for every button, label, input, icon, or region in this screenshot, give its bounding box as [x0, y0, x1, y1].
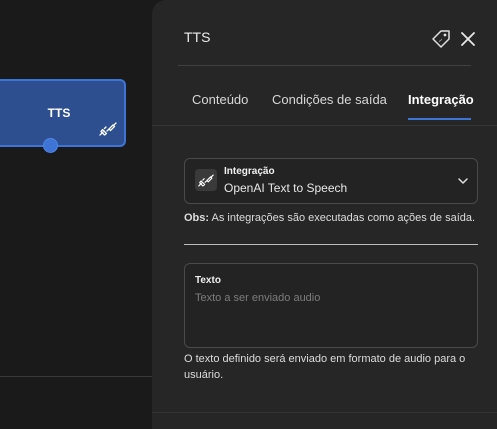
- tabs-divider: [152, 125, 497, 126]
- tab-bar: Conteúdo Condições de saída Integração: [152, 86, 497, 126]
- canvas-divider: [0, 376, 160, 377]
- flow-canvas[interactable]: TTS: [0, 0, 160, 429]
- tab-conteudo[interactable]: Conteúdo: [192, 92, 248, 107]
- plug-icon: [99, 122, 117, 136]
- text-input-placeholder: Texto a ser enviado audio: [195, 292, 321, 304]
- tts-node[interactable]: TTS: [0, 79, 126, 153]
- obs-note: Obs: As integrações são executadas como …: [184, 212, 475, 224]
- plug-icon: [198, 174, 214, 187]
- integration-label: Integração: [224, 166, 275, 177]
- helper-text: O texto definido será enviado em formato…: [184, 353, 466, 381]
- text-input-label: Texto: [195, 275, 221, 286]
- text-input[interactable]: Texto Texto a ser enviado audio: [184, 263, 478, 348]
- node-title: TTS: [47, 106, 71, 120]
- node-settings-panel: TTS ~ Conteúdo Condições de saída Integr…: [152, 0, 497, 429]
- integration-value: OpenAI Text to Speech: [224, 181, 348, 195]
- tag-icon[interactable]: ~: [430, 28, 452, 50]
- tab-integracao[interactable]: Integração: [408, 92, 474, 107]
- section-divider: [184, 244, 478, 245]
- close-icon[interactable]: [458, 29, 478, 49]
- integration-select[interactable]: Integração OpenAI Text to Speech: [184, 158, 478, 204]
- integration-icon-box: [195, 169, 217, 191]
- bottom-divider: [152, 412, 497, 413]
- obs-text: As integrações são executadas como ações…: [209, 212, 476, 224]
- tab-condicoes-de-saida[interactable]: Condições de saída: [272, 92, 387, 107]
- panel-title: TTS: [184, 29, 211, 45]
- header-divider: [178, 65, 471, 66]
- node-output-handle[interactable]: [43, 138, 58, 153]
- chevron-down-icon: [458, 178, 468, 184]
- active-tab-indicator: [408, 118, 471, 120]
- obs-prefix: Obs:: [184, 212, 210, 224]
